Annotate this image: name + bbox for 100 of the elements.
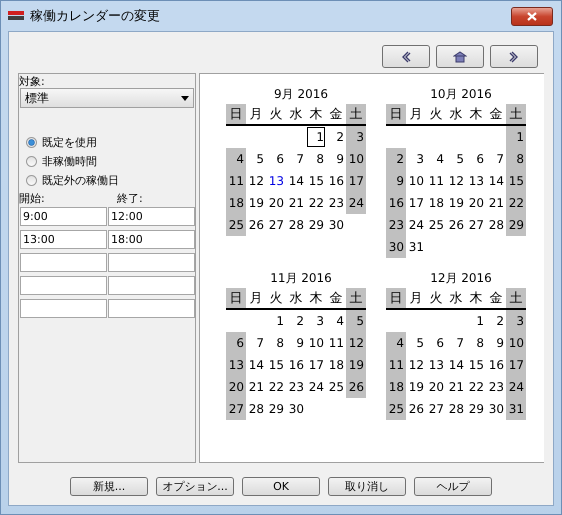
calendar-day[interactable]: 22 — [466, 376, 486, 398]
calendar-day[interactable]: 30 — [286, 398, 306, 420]
radio-option[interactable]: 既定を使用 — [26, 135, 195, 150]
calendar-day[interactable]: 29 — [466, 398, 486, 420]
calendar-day[interactable]: 11 — [386, 354, 406, 376]
calendar-day[interactable]: 11 — [226, 170, 246, 192]
calendar-day[interactable]: 1 — [266, 310, 286, 332]
calendar-day[interactable]: 2 — [486, 310, 506, 332]
calendar-day[interactable]: 18 — [426, 192, 446, 214]
calendar-day[interactable]: 17 — [346, 170, 366, 192]
calendar-day[interactable]: 3 — [506, 310, 526, 332]
calendar-day[interactable]: 4 — [426, 148, 446, 170]
end-time-field[interactable] — [108, 276, 195, 295]
calendar-day[interactable]: 27 — [226, 398, 246, 420]
calendar-day[interactable]: 5 — [246, 148, 266, 170]
calendar-day[interactable]: 16 — [486, 354, 506, 376]
calendar-day[interactable]: 14 — [446, 354, 466, 376]
calendar-day[interactable]: 2 — [286, 310, 306, 332]
calendar-day[interactable]: 5 — [346, 310, 366, 332]
calendar-day[interactable]: 26 — [246, 214, 266, 236]
calendar-day[interactable]: 14 — [246, 354, 266, 376]
calendar-day[interactable]: 23 — [326, 192, 346, 214]
calendar-day[interactable]: 27 — [466, 214, 486, 236]
calendar-day[interactable]: 3 — [406, 148, 426, 170]
calendar-day[interactable]: 16 — [326, 170, 346, 192]
calendar-day[interactable]: 22 — [506, 192, 526, 214]
calendar-day[interactable]: 21 — [486, 192, 506, 214]
calendar-day[interactable]: 12 — [346, 332, 366, 354]
calendar-day[interactable]: 28 — [246, 398, 266, 420]
calendar-day[interactable]: 1 — [306, 126, 326, 148]
calendar-day[interactable]: 6 — [466, 148, 486, 170]
calendar-day[interactable]: 25 — [326, 376, 346, 398]
calendar-day[interactable]: 12 — [406, 354, 426, 376]
calendar-day[interactable]: 8 — [266, 332, 286, 354]
calendar-day[interactable]: 15 — [506, 170, 526, 192]
calendar-day[interactable]: 24 — [406, 214, 426, 236]
calendar-day[interactable]: 11 — [426, 170, 446, 192]
end-time-field[interactable]: 18:00 — [108, 230, 195, 249]
calendar-day[interactable]: 15 — [466, 354, 486, 376]
calendar-day[interactable]: 15 — [266, 354, 286, 376]
calendar-day[interactable]: 7 — [446, 332, 466, 354]
calendar-day[interactable]: 23 — [286, 376, 306, 398]
calendar-day[interactable]: 15 — [306, 170, 326, 192]
start-time-field[interactable] — [20, 253, 107, 272]
calendar-day[interactable]: 13 — [266, 170, 286, 192]
end-time-field[interactable] — [108, 299, 195, 318]
dialog-button[interactable]: OK — [242, 477, 320, 496]
calendar-day[interactable]: 19 — [246, 192, 266, 214]
calendar-day[interactable]: 10 — [406, 170, 426, 192]
calendar-day[interactable]: 28 — [486, 214, 506, 236]
calendar-day[interactable]: 30 — [386, 236, 406, 258]
calendar-day[interactable]: 2 — [326, 126, 346, 148]
end-time-field[interactable]: 12:00 — [108, 207, 195, 226]
calendar-day[interactable]: 10 — [346, 148, 366, 170]
calendar-day[interactable]: 28 — [446, 398, 466, 420]
calendar-day[interactable]: 6 — [426, 332, 446, 354]
calendar-day[interactable]: 12 — [246, 170, 266, 192]
start-time-field[interactable] — [20, 276, 107, 295]
calendar-day[interactable]: 5 — [406, 332, 426, 354]
calendar-day[interactable]: 31 — [406, 236, 426, 258]
start-time-field[interactable]: 9:00 — [20, 207, 107, 226]
calendar-day[interactable]: 27 — [426, 398, 446, 420]
calendar-day[interactable]: 26 — [406, 398, 426, 420]
calendar-day[interactable]: 3 — [306, 310, 326, 332]
calendar-day[interactable]: 10 — [306, 332, 326, 354]
calendar-day[interactable]: 4 — [226, 148, 246, 170]
dialog-button[interactable]: オプション... — [156, 477, 234, 496]
dialog-button[interactable]: 取り消し — [328, 477, 406, 496]
calendar-day[interactable]: 30 — [486, 398, 506, 420]
calendar-day[interactable]: 18 — [386, 376, 406, 398]
calendar-day[interactable]: 13 — [466, 170, 486, 192]
calendar-day[interactable]: 7 — [246, 332, 266, 354]
calendar-day[interactable]: 21 — [286, 192, 306, 214]
close-button[interactable] — [511, 6, 553, 26]
calendar-day[interactable]: 29 — [306, 214, 326, 236]
calendar-day[interactable]: 6 — [266, 148, 286, 170]
radio-option[interactable]: 既定外の稼働日 — [26, 173, 195, 188]
calendar-day[interactable]: 17 — [406, 192, 426, 214]
calendar-day[interactable]: 16 — [386, 192, 406, 214]
calendar-day[interactable]: 27 — [266, 214, 286, 236]
calendar-day[interactable]: 19 — [406, 376, 426, 398]
end-time-field[interactable] — [108, 253, 195, 272]
calendar-day[interactable]: 20 — [466, 192, 486, 214]
calendar-day[interactable]: 19 — [446, 192, 466, 214]
calendar-day[interactable]: 8 — [506, 148, 526, 170]
calendar-day[interactable]: 1 — [506, 126, 526, 148]
next-button[interactable] — [490, 45, 538, 68]
calendar-day[interactable]: 4 — [326, 310, 346, 332]
calendar-day[interactable]: 8 — [466, 332, 486, 354]
calendar-day[interactable]: 9 — [386, 170, 406, 192]
prev-button[interactable] — [382, 45, 430, 68]
calendar-day[interactable]: 6 — [226, 332, 246, 354]
calendar-day[interactable]: 22 — [266, 376, 286, 398]
calendar-day[interactable]: 23 — [486, 376, 506, 398]
calendar-day[interactable]: 20 — [226, 376, 246, 398]
calendar-day[interactable]: 4 — [386, 332, 406, 354]
calendar-day[interactable]: 29 — [266, 398, 286, 420]
calendar-day[interactable]: 13 — [426, 354, 446, 376]
calendar-day[interactable]: 19 — [346, 354, 366, 376]
calendar-day[interactable]: 21 — [446, 376, 466, 398]
